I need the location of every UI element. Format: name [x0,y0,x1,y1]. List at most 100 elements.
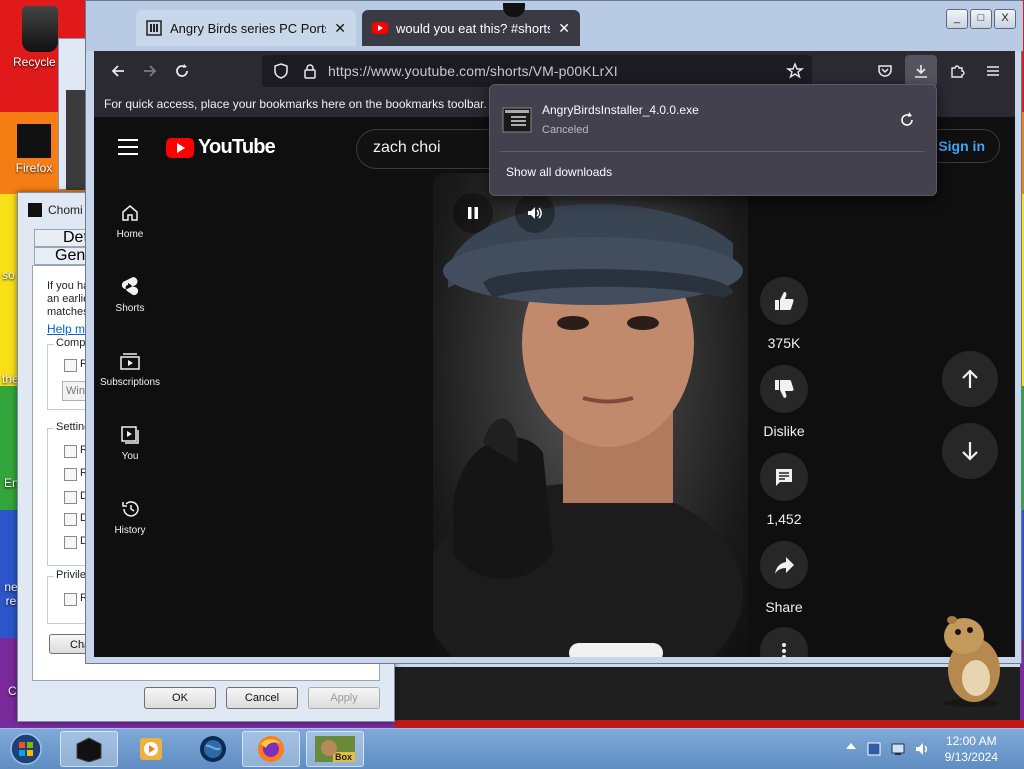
retry-download-icon[interactable] [898,111,916,129]
minimize-button[interactable]: _ [946,9,968,29]
hamster-desktop-pet-image[interactable] [936,608,1006,708]
apply-button[interactable]: Apply [308,687,380,709]
sidebar-item-history[interactable]: History [94,493,166,536]
maximize-button[interactable]: □ [970,9,992,29]
tab-close-icon[interactable]: ✕ [558,20,570,37]
back-button[interactable] [102,55,134,87]
sidebar-item-you[interactable]: You [94,419,166,462]
show-all-downloads-button[interactable]: Show all downloads [506,165,612,179]
toolbar-right-buttons [869,55,1015,87]
taskbar-item-media-player[interactable] [122,731,180,767]
firefox-desktop-icon[interactable]: Firefox [6,124,62,175]
video-bottom-pill[interactable] [569,643,663,657]
tray-shield-icon[interactable] [866,741,882,757]
bookmark-star-icon[interactable] [786,62,804,80]
media-player-icon [140,738,162,760]
tab-title: Angry Birds series PC Ports : Ro [170,20,326,36]
tab-youtube-short[interactable]: would you eat this? #shorts - Yo ✕ [362,10,580,46]
firefox-taskbar-icon [258,736,284,762]
taskbar-item-firefox[interactable] [242,731,300,767]
reload-button[interactable] [166,55,198,87]
settings-checkbox-4[interactable] [64,513,77,526]
youtube-play-logo-icon [166,137,194,158]
firefox-label: Firefox [15,161,53,175]
download-filename: AngryBirdsInstaller_4.0.0.exe [542,103,699,117]
settings-checkbox-5[interactable] [64,536,77,549]
desktop-icon-label-ne: ne re [4,580,18,608]
taskbar-item-globe[interactable] [184,731,242,767]
downloads-panel: AngryBirdsInstaller_4.0.0.exe Canceled S… [489,84,937,196]
background-window-strip [395,720,1024,728]
arrow-down-icon [962,442,978,461]
sidebar-item-subscriptions[interactable]: Subscriptions [94,345,166,388]
box-game-label: Box [335,752,353,762]
address-bar[interactable]: https://www.youtube.com/shorts/VM-p00KLr… [262,55,812,87]
background-window-dark-edge [66,90,86,190]
bookmarks-hint-text: For quick access, place your bookmarks h… [104,97,487,111]
thumbs-up-icon [775,292,794,310]
previous-short-button[interactable] [942,351,998,407]
taskbar-item-dark-app[interactable] [60,731,118,767]
pocket-button[interactable] [869,55,901,87]
background-window-bottom [395,664,1020,727]
youtube-logo[interactable]: YouTube [166,136,276,159]
search-value: zach choi [373,139,441,156]
you-icon [121,426,139,444]
network-icon[interactable] [890,741,906,757]
comments-button[interactable]: 1,452 [754,453,814,527]
sidebar-item-home[interactable]: Home [94,197,166,240]
settings-checkbox-1[interactable] [64,445,77,458]
tab-strip: Angry Birds series PC Ports : Ro ✕ would… [86,1,1023,51]
settings-checkbox-3[interactable] [64,491,77,504]
share-label: Share [765,599,803,615]
yt-menu-icon[interactable] [118,139,138,160]
recycle-bin-icon [22,6,58,52]
tab-close-icon[interactable]: ✕ [334,20,346,37]
like-count: 375K [767,335,801,351]
tracking-shield-icon[interactable] [272,62,290,80]
history-icon [122,501,139,517]
extensions-button[interactable] [941,55,973,87]
system-clock[interactable]: 12:00 AM 9/13/2024 [945,733,998,765]
downloads-button[interactable] [905,55,937,87]
forward-button[interactable] [134,55,166,87]
desktop-icon-label-so: so [2,268,15,282]
volume-tray-icon[interactable] [914,741,930,757]
download-item[interactable]: AngryBirdsInstaller_4.0.0.exe Canceled [500,93,924,147]
reload-icon [176,64,188,77]
exe-file-icon [502,107,532,133]
ok-button[interactable]: OK [144,687,216,709]
tab-title: would you eat this? #shorts - Yo [396,20,551,36]
compat-checkbox[interactable] [64,359,77,372]
like-button[interactable]: 375K [754,277,814,351]
shorts-icon [121,277,139,296]
app-menu-button[interactable] [977,55,1009,87]
tab-angry-birds-reddit[interactable]: Angry Birds series PC Ports : Ro ✕ [136,10,356,46]
volume-button[interactable] [515,193,555,233]
share-icon [775,557,794,574]
shorts-video-player[interactable] [433,173,748,657]
volume-icon [528,207,542,219]
start-button[interactable] [2,731,50,767]
privilege-checkbox[interactable] [64,593,77,606]
dialog-help-link[interactable]: Help m [47,322,85,336]
more-vertical-icon [782,643,786,657]
back-arrow-icon [111,65,124,77]
downloads-separator [500,151,924,152]
cancel-button[interactable]: Cancel [226,687,298,709]
next-short-button[interactable] [942,423,998,479]
more-options-button[interactable] [754,627,814,657]
dislike-button[interactable]: Dislike [754,365,814,439]
lock-icon[interactable] [302,63,318,79]
dialog-desc-line-3: matches [47,306,89,318]
puzzle-icon [951,65,965,78]
taskbar-item-box-game[interactable]: Box [306,731,364,767]
share-button[interactable]: Share [754,541,814,615]
sidebar-item-shorts[interactable]: Shorts [94,271,166,314]
clock-time: 12:00 AM [945,734,997,748]
url-text: https://www.youtube.com/shorts/VM-p00KLr… [328,63,618,79]
settings-checkbox-2[interactable] [64,468,77,481]
pause-button[interactable] [453,193,493,233]
tray-expand-icon[interactable] [846,743,856,749]
close-window-button[interactable]: X [994,9,1016,29]
